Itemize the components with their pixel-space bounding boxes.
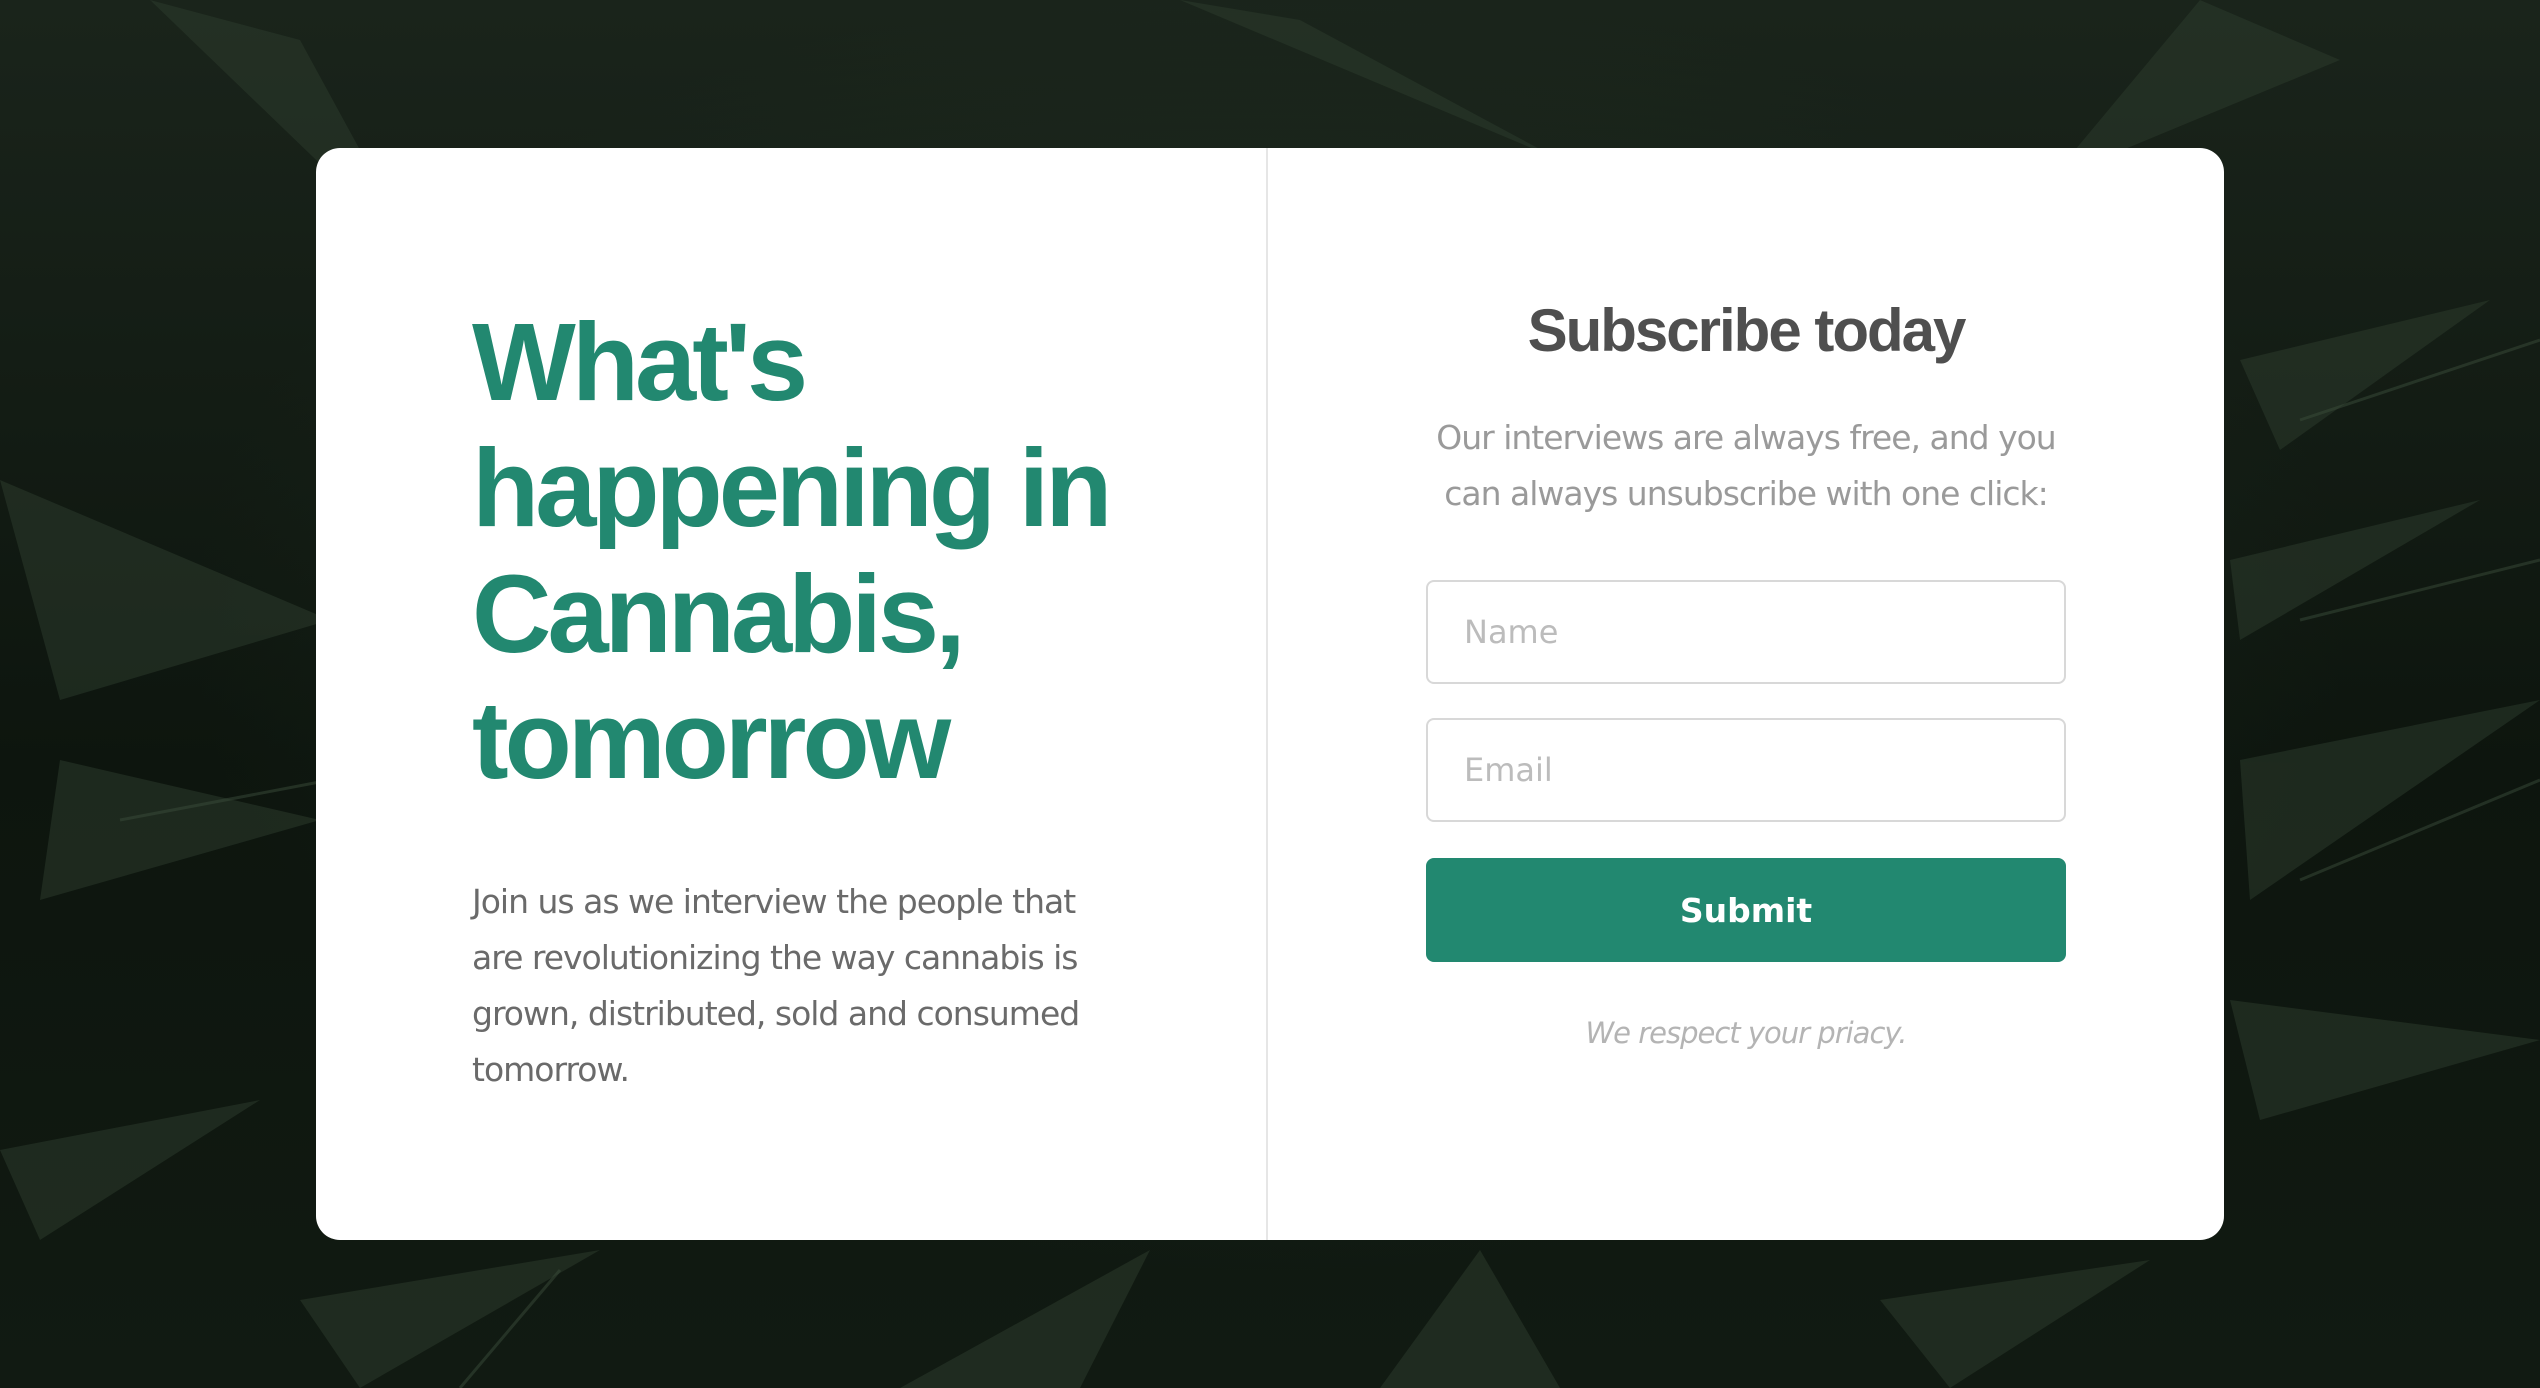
submit-button[interactable]: Submit [1426, 858, 2066, 962]
subscribe-card: What's happening in Cannabis, tomorrow J… [316, 148, 2224, 1240]
privacy-note: We respect your priacy. [1585, 1016, 1907, 1050]
hero-panel: What's happening in Cannabis, tomorrow J… [316, 148, 1268, 1240]
subscribe-description: Our interviews are always free, and you … [1436, 418, 2056, 513]
hero-description: Join us as we interview the people that … [472, 882, 1080, 1089]
hero-headline: What's happening in Cannabis, tomorrow [472, 301, 1112, 802]
name-input[interactable] [1426, 580, 2066, 684]
subscribe-form-panel: Subscribe today Our interviews are alway… [1268, 148, 2224, 1240]
email-input[interactable] [1426, 718, 2066, 822]
subscribe-title: Subscribe today [1527, 297, 1967, 364]
